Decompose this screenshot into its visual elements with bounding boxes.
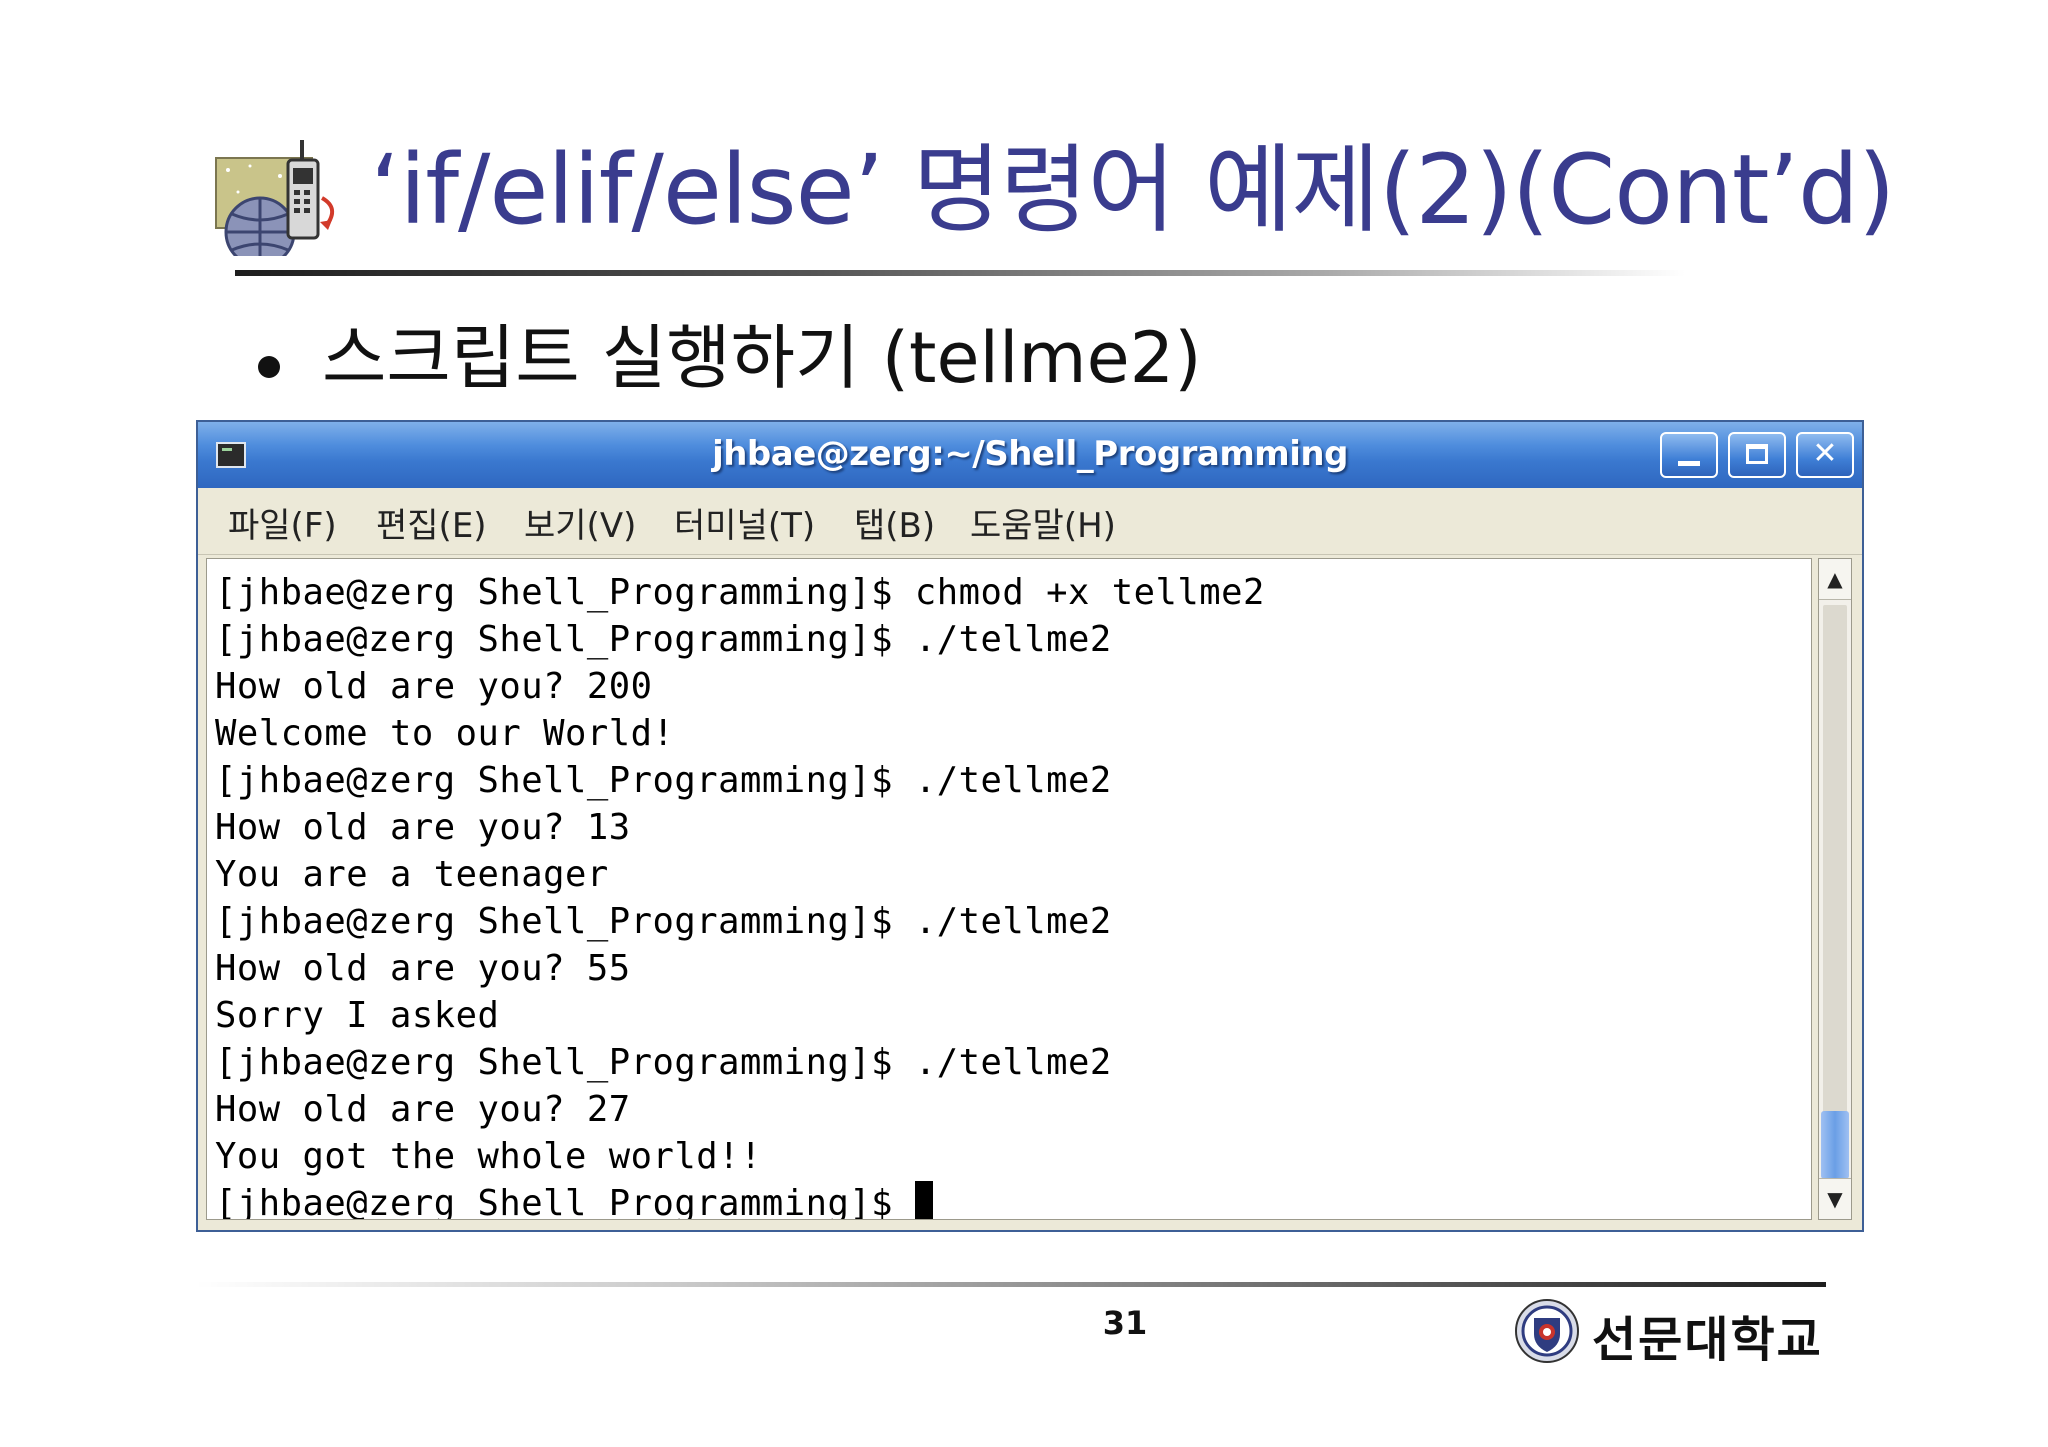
menu-tabs[interactable]: 탭(B) (854, 498, 935, 547)
menu-terminal[interactable]: 터미널(T) (674, 498, 815, 547)
scroll-up-button[interactable]: ▲ (1819, 559, 1851, 600)
terminal-line: [jhbae@zerg Shell_Programming]$ ./tellme… (215, 619, 1112, 660)
menu-help[interactable]: 도움말(H) (970, 498, 1116, 547)
title-divider (235, 270, 1685, 276)
terminal-line: How old are you? 27 (215, 1089, 631, 1130)
scrollbar-thumb[interactable] (1821, 1111, 1849, 1179)
slide-title: ‘if/elif/else’ 명령어 예제(2)(Cont’d) (370, 134, 1895, 246)
bullet-text: 스크립트 실행하기 (tellme2) (322, 317, 1202, 399)
terminal-output[interactable]: [jhbae@zerg Shell_Programming]$ chmod +x… (206, 558, 1812, 1220)
terminal-line: [jhbae@zerg Shell_Programming]$ ./tellme… (215, 901, 1112, 942)
minimize-icon (1678, 461, 1700, 466)
footer-divider (196, 1282, 1826, 1287)
bullet-icon (258, 356, 280, 378)
scroll-down-button[interactable]: ▼ (1819, 1178, 1851, 1219)
vertical-scrollbar[interactable]: ▲ ▼ (1818, 558, 1852, 1220)
close-button[interactable]: ✕ (1796, 432, 1854, 478)
terminal-line: [jhbae@zerg Shell_Programming]$ ./tellme… (215, 760, 1112, 801)
maximize-icon (1746, 444, 1768, 464)
terminal-line: You got the whole world!! (215, 1136, 762, 1177)
menu-bar: 파일(F) 편집(E) 보기(V) 터미널(T) 탭(B) 도움말(H) (198, 488, 1862, 555)
arrow-down-icon: ▼ (1827, 1187, 1843, 1211)
terminal-prompt-line: [jhbae@zerg Shell_Programming]$ (215, 1180, 933, 1220)
arrow-up-icon: ▲ (1827, 567, 1843, 591)
satellite-phone-globe-icon (215, 140, 334, 256)
close-icon: ✕ (1812, 436, 1838, 471)
terminal-line: [jhbae@zerg Shell_Programming]$ ./tellme… (215, 1042, 1112, 1083)
maximize-button[interactable] (1728, 432, 1786, 478)
menu-view[interactable]: 보기(V) (524, 498, 636, 547)
window-title: jhbae@zerg:~/Shell_Programming (712, 434, 1348, 474)
window-titlebar[interactable]: jhbae@zerg:~/Shell_Programming ✕ (198, 422, 1862, 488)
terminal-line: How old are you? 200 (215, 666, 653, 707)
text-cursor (914, 1181, 933, 1219)
terminal-line: Sorry I asked (215, 995, 500, 1036)
slide: ‘if/elif/else’ 명령어 예제(2)(Cont’d) 스크립트 실행… (0, 0, 2048, 1447)
university-emblem-icon (1515, 1299, 1579, 1363)
terminal-prompt: [jhbae@zerg Shell_Programming]$ (215, 1183, 915, 1220)
terminal-line: Welcome to our World! (215, 713, 675, 754)
scrollbar-track[interactable] (1823, 605, 1847, 1125)
terminal-line: You are a teenager (215, 854, 609, 895)
menu-file[interactable]: 파일(F) (228, 498, 337, 547)
terminal-line: [jhbae@zerg Shell_Programming]$ chmod +x… (215, 572, 1265, 613)
terminal-line: How old are you? 55 (215, 948, 631, 989)
terminal-line: How old are you? 13 (215, 807, 631, 848)
terminal-window: jhbae@zerg:~/Shell_Programming ✕ 파일(F) 편… (196, 420, 1864, 1232)
page-number: 31 (1102, 1304, 1148, 1342)
menu-edit[interactable]: 편집(E) (376, 498, 487, 547)
minimize-button[interactable] (1660, 432, 1718, 478)
university-logo-text: 선문대학교 (1592, 1312, 1823, 1368)
